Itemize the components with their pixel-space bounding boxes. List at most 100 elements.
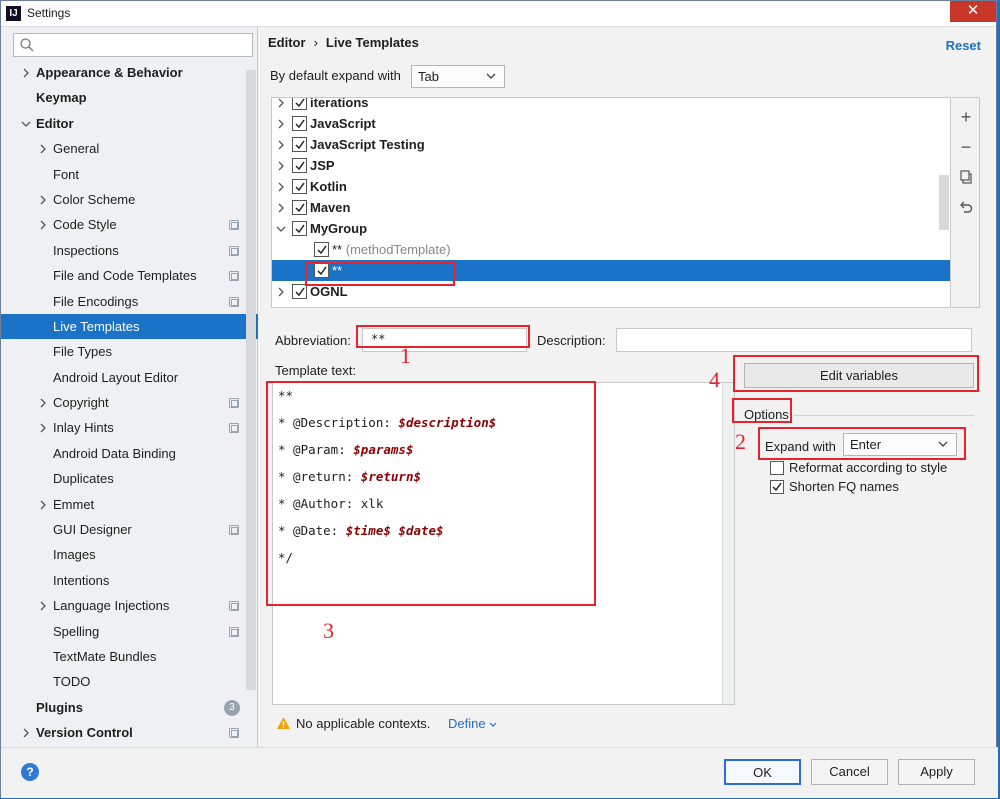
reformat-checkbox[interactable] (770, 461, 784, 475)
template-item[interactable]: ** (272, 260, 950, 281)
chevron-right-icon[interactable] (276, 140, 286, 150)
sidebar-item-textmate-bundles[interactable]: TextMate Bundles (1, 644, 258, 669)
chevron-right-icon[interactable] (38, 144, 48, 154)
chevron-right-icon[interactable] (38, 601, 48, 611)
sidebar-item-color-scheme[interactable]: Color Scheme (1, 187, 258, 212)
template-group-iterations[interactable]: iterations (272, 97, 950, 113)
editor-scrollbar[interactable] (722, 383, 734, 704)
chevron-right-icon[interactable] (38, 423, 48, 433)
template-checkbox[interactable] (292, 98, 307, 110)
template-abbreviation: iterations (310, 97, 369, 110)
sidebar-item-label: Emmet (53, 496, 95, 512)
settings-tree: Appearance & Behavior Keymap Editor General… (1, 60, 258, 746)
apply-button[interactable]: Apply (898, 759, 975, 785)
sidebar-item-emmet[interactable]: Emmet (1, 492, 258, 517)
template-checkbox[interactable] (314, 263, 329, 278)
sidebar-item-todo[interactable]: TODO (1, 669, 258, 694)
copy-icon[interactable] (959, 170, 973, 184)
template-checkbox[interactable] (292, 284, 307, 299)
sidebar-item-copyright[interactable]: Copyright (1, 390, 258, 415)
template-description: (methodTemplate) (345, 242, 451, 257)
sidebar-item-live-templates[interactable]: Live Templates (1, 313, 258, 340)
template-list-scrollbar[interactable] (939, 175, 949, 230)
template-text-editor[interactable]: ** * @Description: $description$ * @Param:… (272, 382, 735, 705)
chevron-right-icon[interactable] (38, 500, 48, 510)
sidebar-item-editor[interactable]: Editor (1, 111, 258, 136)
sidebar-scrollbar[interactable] (246, 70, 256, 690)
breadcrumb: Editor › Live Templates (268, 35, 419, 50)
chevron-right-icon[interactable] (276, 98, 286, 108)
add-icon[interactable]: + (959, 108, 973, 126)
template-group-jsp[interactable]: JSP (272, 155, 950, 176)
sidebar-item-general[interactable]: General (1, 136, 258, 161)
sidebar-item-inspections[interactable]: Inspections (1, 238, 258, 263)
template-checkbox[interactable] (314, 242, 329, 257)
chevron-right-icon[interactable] (38, 220, 48, 230)
sidebar-item-version-control[interactable]: Version Control (1, 720, 258, 745)
template-checkbox[interactable] (292, 158, 307, 173)
sidebar-item-android-layout-editor[interactable]: Android Layout Editor (1, 365, 258, 390)
chevron-right-icon[interactable] (276, 161, 286, 171)
default-expand-select[interactable]: Tab (411, 65, 505, 88)
sidebar-item-inlay-hints[interactable]: Inlay Hints (1, 415, 258, 440)
sidebar-item-intentions[interactable]: Intentions (1, 568, 258, 593)
template-checkbox[interactable] (292, 179, 307, 194)
project-scope-icon (229, 525, 239, 536)
template-group-javascript-testing[interactable]: JavaScript Testing (272, 134, 950, 155)
chevron-right-icon[interactable] (276, 119, 286, 129)
sidebar-item-file-and-code-templates[interactable]: File and Code Templates (1, 263, 258, 288)
sidebar-item-file-encodings[interactable]: File Encodings (1, 289, 258, 314)
expand-with-select[interactable]: Enter (843, 433, 957, 456)
sidebar-item-keymap[interactable]: Keymap (1, 85, 258, 110)
description-input[interactable] (616, 328, 972, 352)
edit-variables-button[interactable]: Edit variables (744, 363, 974, 388)
sidebar-item-appearance-behavior[interactable]: Appearance & Behavior (1, 60, 258, 85)
chevron-right-icon[interactable] (21, 68, 31, 78)
template-checkbox[interactable] (292, 116, 307, 131)
template-checkbox[interactable] (292, 137, 307, 152)
chevron-right-icon[interactable] (38, 195, 48, 205)
template-group-maven[interactable]: Maven (272, 197, 950, 218)
template-group-kotlin[interactable]: Kotlin (272, 176, 950, 197)
sidebar-item-android-data-binding[interactable]: Android Data Binding (1, 441, 258, 466)
sidebar-item-plugins[interactable]: Plugins 3 (1, 695, 258, 720)
chevron-right-icon[interactable] (38, 398, 48, 408)
template-group-mygroup[interactable]: MyGroup (272, 218, 950, 239)
template-checkbox[interactable] (292, 200, 307, 215)
chevron-down-icon[interactable] (21, 119, 31, 129)
sidebar-item-file-types[interactable]: File Types (1, 339, 258, 364)
sidebar-item-duplicates[interactable]: Duplicates (1, 466, 258, 491)
template-group-ognl[interactable]: OGNL (272, 281, 950, 302)
sidebar-item-gui-designer[interactable]: GUI Designer (1, 517, 258, 542)
sidebar-item-images[interactable]: Images (1, 542, 258, 567)
remove-icon[interactable]: − (959, 138, 973, 156)
chevron-down-icon[interactable] (276, 224, 286, 234)
title-bar: IJ Settings ✕ (1, 1, 996, 27)
shorten-fq-checkbox[interactable] (770, 480, 784, 494)
ok-button[interactable]: OK (724, 759, 801, 785)
template-group-javascript[interactable]: JavaScript (272, 113, 950, 134)
sidebar-item-code-style[interactable]: Code Style (1, 212, 258, 237)
abbreviation-input[interactable]: ** (362, 328, 527, 352)
template-name: iterations (310, 97, 369, 113)
sidebar-item-font[interactable]: Font (1, 162, 258, 187)
chevron-right-icon[interactable] (276, 203, 286, 213)
define-contexts-link[interactable]: Define (448, 716, 497, 731)
close-window-button[interactable]: ✕ (950, 1, 996, 22)
template-name: ** (methodTemplate) (332, 239, 451, 260)
chevron-right-icon[interactable] (21, 728, 31, 738)
chevron-right-icon[interactable] (276, 287, 286, 297)
sidebar-item-language-injections[interactable]: Language Injections (1, 593, 258, 618)
settings-search-input[interactable] (13, 33, 253, 57)
sidebar-item-label: Duplicates (53, 471, 114, 487)
undo-icon[interactable] (959, 200, 973, 214)
reset-link[interactable]: Reset (946, 38, 981, 53)
sidebar-item-label: Version Control (36, 725, 133, 741)
template-checkbox[interactable] (292, 221, 307, 236)
default-expand-value: Tab (418, 69, 439, 84)
chevron-right-icon[interactable] (276, 182, 286, 192)
help-icon[interactable]: ? (21, 763, 39, 781)
cancel-button[interactable]: Cancel (811, 759, 888, 785)
template-item[interactable]: ** (methodTemplate) (272, 239, 950, 260)
sidebar-item-spelling[interactable]: Spelling (1, 619, 258, 644)
